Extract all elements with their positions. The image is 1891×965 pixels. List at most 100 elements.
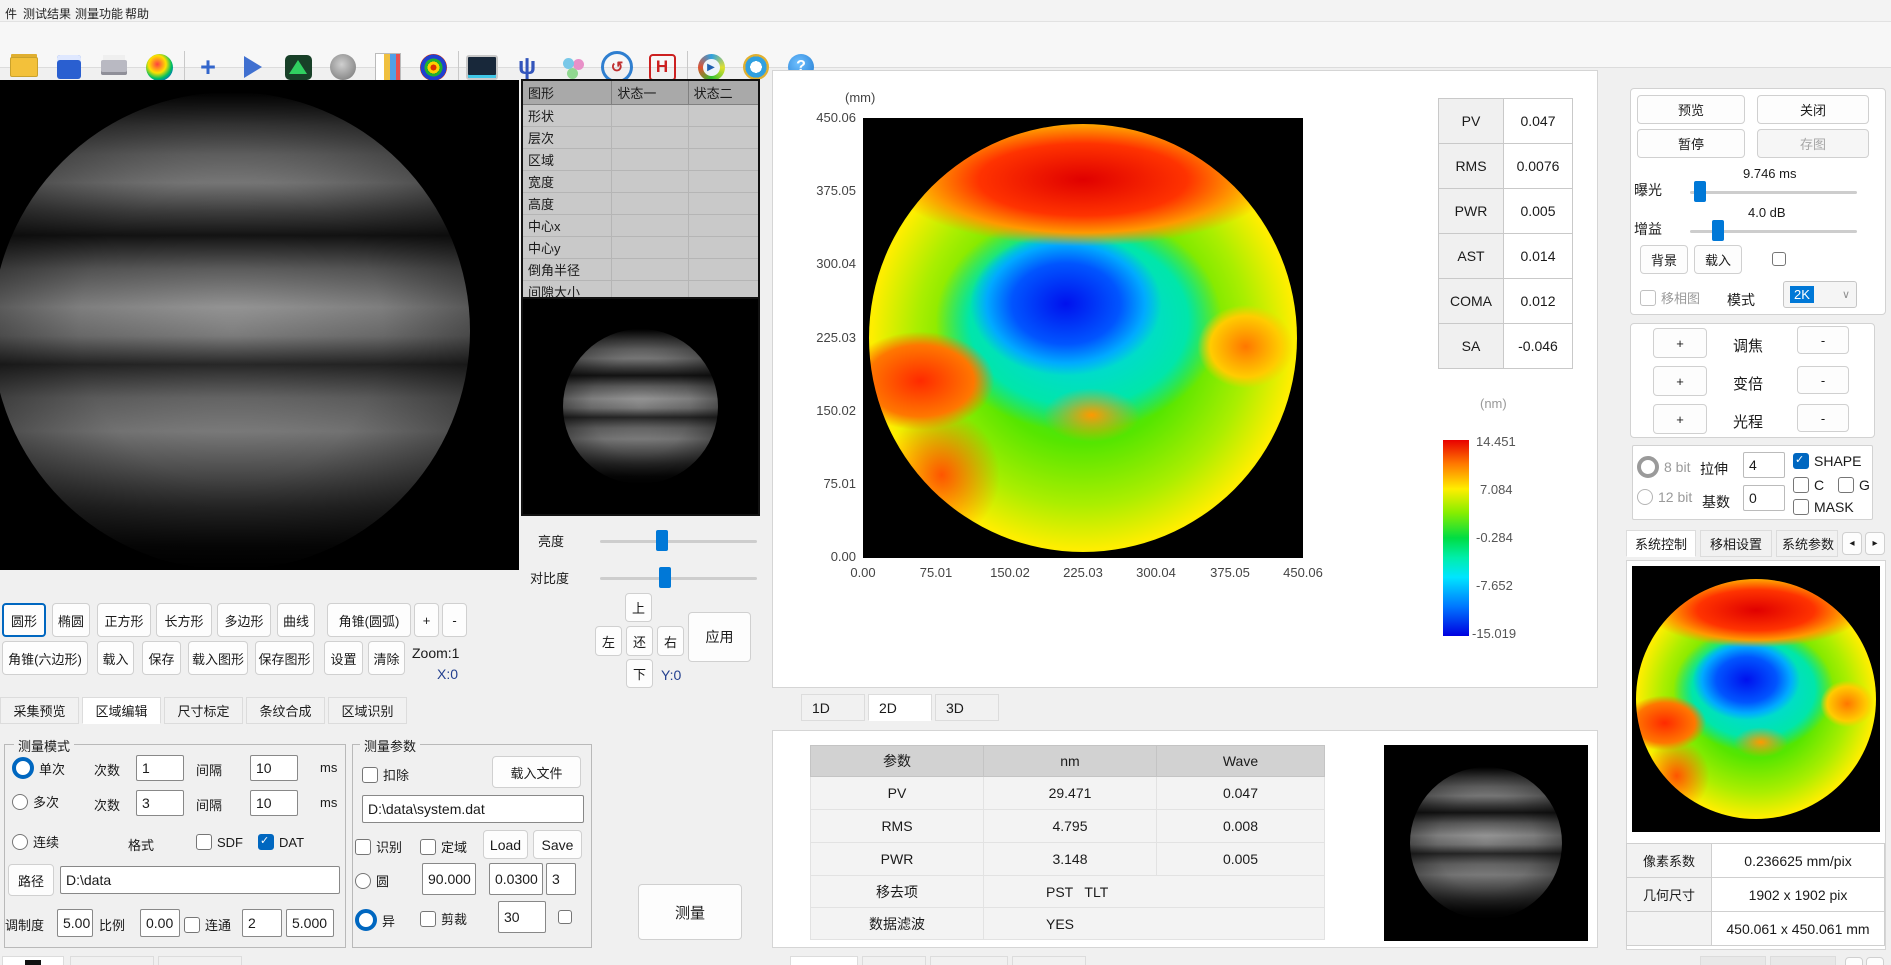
single-interval-input[interactable]: 10 xyxy=(250,755,298,781)
tab-system-params[interactable]: 系统参数 xyxy=(1776,530,1838,557)
bit8-radio[interactable] xyxy=(1637,456,1659,478)
apply-button[interactable]: 应用 xyxy=(688,612,751,662)
focus-minus-button[interactable]: - xyxy=(1797,326,1849,354)
table-row[interactable]: 区域 xyxy=(522,149,759,171)
load-graphics-button[interactable]: 载入图形 xyxy=(188,641,248,675)
zoom-minus-button[interactable]: - xyxy=(1797,366,1849,394)
save-image-button[interactable]: 存图 xyxy=(1757,129,1869,158)
single-count-input[interactable]: 1 xyxy=(136,755,184,781)
tab-stub-1[interactable] xyxy=(1700,956,1766,965)
single-radio[interactable] xyxy=(12,757,34,779)
tab-int-map[interactable]: Int Map xyxy=(790,956,858,965)
table-row[interactable]: 宽度 xyxy=(522,171,759,193)
g-checkbox[interactable] xyxy=(1838,477,1854,493)
multi-count-input[interactable]: 3 xyxy=(136,790,184,816)
table-row[interactable]: 高度 xyxy=(522,193,759,215)
shape-minus-button[interactable]: - xyxy=(442,603,467,637)
shape-pyramid-hex-button[interactable]: 角锥(六边形) xyxy=(2,641,88,675)
sdf-checkbox[interactable] xyxy=(196,834,212,850)
brightness-slider-handle[interactable] xyxy=(656,530,668,551)
tab-region-edit[interactable]: 区域编辑 xyxy=(82,697,161,724)
exposure-slider-handle[interactable] xyxy=(1694,181,1706,202)
table-row[interactable]: 形状 xyxy=(522,105,759,127)
tab-fringe-synthesis[interactable]: 条纹合成 xyxy=(246,697,325,724)
pad-reset-button[interactable]: 还 xyxy=(626,626,653,656)
connect-value-input[interactable]: 2 xyxy=(242,909,282,937)
tab-system-control[interactable]: 系统控制 xyxy=(1626,530,1696,557)
measure-button[interactable]: 测量 xyxy=(638,884,742,940)
shape-rect-button[interactable]: 长方形 xyxy=(156,603,212,637)
multi-interval-input[interactable]: 10 xyxy=(250,790,298,816)
crop-checkbox[interactable] xyxy=(420,911,436,927)
path-input[interactable]: D:\data xyxy=(60,866,340,894)
tab-1d[interactable]: 1D xyxy=(801,694,865,721)
mask-checkbox[interactable] xyxy=(1793,499,1809,515)
fringe-thumbnail[interactable] xyxy=(521,297,760,516)
tab-capture-preview[interactable]: 采集预览 xyxy=(0,697,79,724)
modulation-input[interactable]: 5.00 xyxy=(57,909,93,937)
subtract-checkbox[interactable] xyxy=(362,767,378,783)
tab-stub-2[interactable] xyxy=(1770,956,1836,965)
stub-button-1[interactable] xyxy=(1845,957,1863,965)
base-input[interactable]: 0 xyxy=(1743,485,1785,511)
load-background-button[interactable]: 载入 xyxy=(1694,245,1742,274)
load-button[interactable]: 载入 xyxy=(97,641,134,675)
tab-other-results[interactable]: 其他结果 xyxy=(1012,956,1086,965)
load-file-button[interactable]: 载入文件 xyxy=(492,756,581,788)
continuous-radio[interactable] xyxy=(12,834,28,850)
recognize-checkbox[interactable] xyxy=(355,839,371,855)
clear-button[interactable]: 清除 xyxy=(368,641,405,675)
save-english-button[interactable]: Save xyxy=(533,830,582,859)
dat-checkbox[interactable] xyxy=(258,834,274,850)
tab-size-calibration[interactable]: 尺寸标定 xyxy=(164,697,243,724)
fixed-area-checkbox[interactable] xyxy=(420,839,436,855)
shape-ellipse-button[interactable]: 椭圆 xyxy=(52,603,90,637)
load-english-button[interactable]: Load xyxy=(483,830,528,859)
ratio-input[interactable]: 0.00 xyxy=(140,909,180,937)
stub-button-2[interactable] xyxy=(1866,957,1884,965)
tab-analysis-image[interactable] xyxy=(2,956,64,965)
shape-pyramid-arc-button[interactable]: 角锥(圆弧) xyxy=(327,603,411,637)
contrast-slider-handle[interactable] xyxy=(659,567,671,588)
tab-phase-shift-settings[interactable]: 移相设置 xyxy=(1700,530,1772,557)
interferogram-image[interactable] xyxy=(0,80,519,570)
shape-curve-button[interactable]: 曲线 xyxy=(277,603,315,637)
region-property-table[interactable]: 图形 状态一 状态二 形状 层次 区域 宽度 高度 中心x 中心y 倒角半径 间… xyxy=(521,79,760,326)
contrast-slider[interactable] xyxy=(600,577,757,580)
circle-v3-input[interactable]: 3 xyxy=(546,863,576,895)
multi-radio[interactable] xyxy=(12,794,28,810)
tab-3d[interactable]: 3D xyxy=(935,694,999,721)
table-row[interactable]: 中心y xyxy=(522,237,759,259)
pad-up-button[interactable]: 上 xyxy=(625,593,652,622)
circle-v1-input[interactable]: 90.000 xyxy=(422,863,476,895)
pause-button[interactable]: 暂停 xyxy=(1637,129,1745,158)
tab-scroll-right-button[interactable]: ▸ xyxy=(1865,532,1885,555)
brightness-slider[interactable] xyxy=(600,540,757,543)
save-graphics-button[interactable]: 保存图形 xyxy=(255,641,314,675)
tab-2d[interactable]: 2D xyxy=(868,694,932,721)
pad-down-button[interactable]: 下 xyxy=(626,659,653,688)
c-checkbox[interactable] xyxy=(1793,477,1809,493)
zoom-plus-button[interactable]: + xyxy=(1653,366,1707,396)
irregular-radio[interactable] xyxy=(355,909,377,931)
exposure-slider[interactable] xyxy=(1690,191,1857,194)
table-row[interactable]: 层次 xyxy=(522,127,759,149)
table-row[interactable]: 倒角半径 xyxy=(522,259,759,281)
extra-checkbox[interactable] xyxy=(558,910,572,924)
tab-analysis-settings[interactable]: 分析设置 xyxy=(70,956,154,965)
path-minus-button[interactable]: - xyxy=(1797,404,1849,432)
path-plus-button[interactable]: + xyxy=(1653,404,1707,434)
preview-button[interactable]: 预览 xyxy=(1637,95,1745,124)
system-file-input[interactable]: D:\data\system.dat xyxy=(362,795,584,823)
tab-basic-analysis[interactable]: 基本分析 xyxy=(158,956,242,965)
pad-right-button[interactable]: 右 xyxy=(657,626,684,656)
shape-square-button[interactable]: 正方形 xyxy=(97,603,151,637)
close-button[interactable]: 关闭 xyxy=(1757,95,1869,124)
mode-dropdown[interactable]: 2K ∨ xyxy=(1783,281,1857,308)
phase-map-plot[interactable] xyxy=(863,118,1303,558)
focus-plus-button[interactable]: + xyxy=(1653,328,1707,358)
crop-value-input[interactable]: 30 xyxy=(498,901,546,933)
shape-checkbox[interactable] xyxy=(1793,453,1809,469)
stretch-input[interactable]: 4 xyxy=(1743,452,1785,478)
path-button[interactable]: 路径 xyxy=(8,864,54,896)
